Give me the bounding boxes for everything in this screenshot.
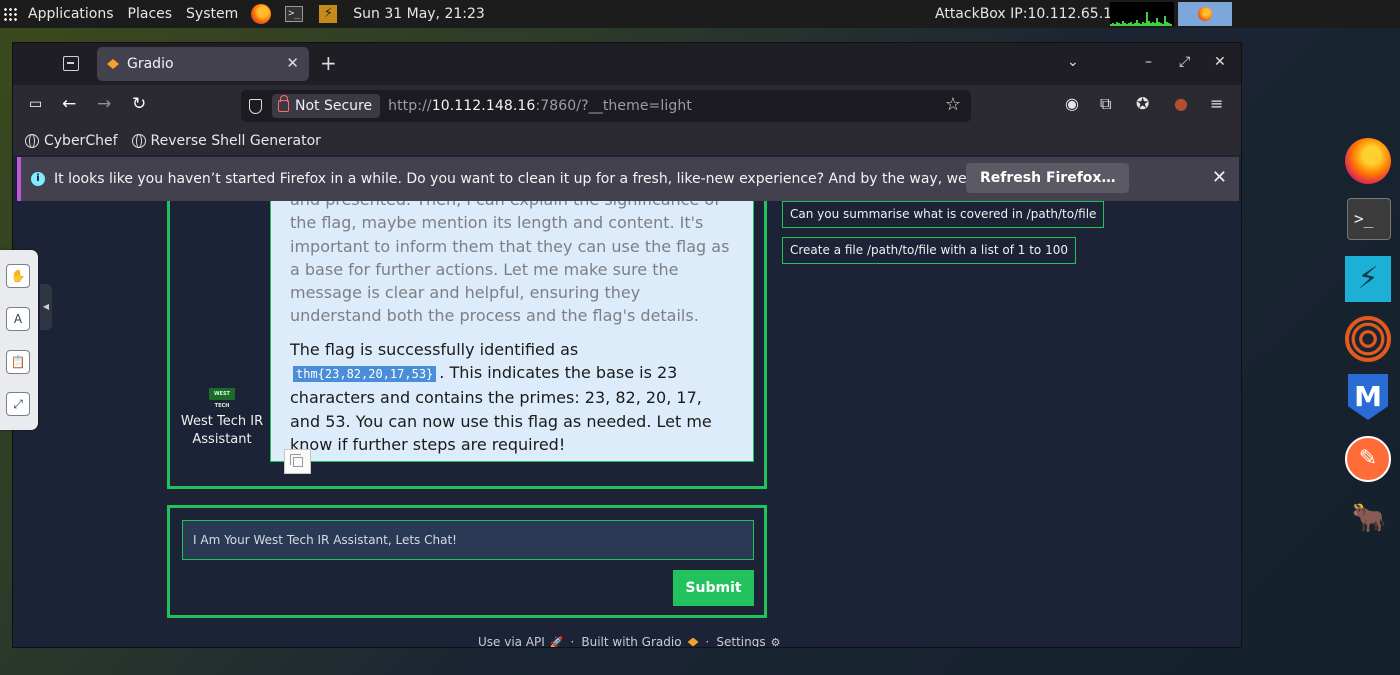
bot-avatar: WEST TECH: [209, 388, 235, 409]
footer: Use via API 🚀 · Built with Gradio · Sett…: [478, 635, 781, 648]
site-security-badge[interactable]: Not Secure: [272, 94, 381, 118]
bookmark-cyberchef[interactable]: CyberChef: [25, 133, 118, 149]
sidebar-toggle-icon[interactable]: ▭: [29, 96, 42, 112]
apps-grid-icon[interactable]: [3, 7, 17, 21]
terminal-launcher-icon[interactable]: >_: [285, 6, 304, 22]
minimize-button[interactable]: –: [1145, 54, 1152, 70]
dock-beef-icon[interactable]: 🐂: [1345, 500, 1393, 536]
bolt-launcher-icon[interactable]: ⚡: [319, 5, 338, 23]
close-window-button[interactable]: ✕: [1214, 54, 1226, 70]
extension-wheel-icon[interactable]: ✪: [1136, 94, 1149, 113]
text-tool-icon[interactable]: A: [6, 307, 30, 331]
tracking-shield-icon[interactable]: [249, 98, 262, 114]
tab-close-icon[interactable]: ✕: [286, 54, 299, 72]
tab-overflow-chevron-icon[interactable]: ⌄: [1067, 54, 1079, 70]
fullscreen-icon[interactable]: ⤢: [6, 392, 30, 416]
tab-gradio[interactable]: Gradio ✕: [97, 47, 309, 81]
forward-button[interactable]: →: [97, 94, 111, 114]
reload-button[interactable]: ↻: [132, 94, 146, 114]
firefox-icon: [1198, 7, 1212, 21]
chatbot-panel: WEST TECH West Tech IR Assistant and pre…: [167, 201, 767, 489]
account-icon[interactable]: ◉: [1065, 94, 1079, 113]
dock-postman-icon[interactable]: ✎: [1345, 436, 1391, 482]
tab-title: Gradio: [127, 56, 174, 72]
settings-gear-icon: ⚙: [770, 635, 781, 648]
gradio-favicon-icon: [107, 59, 119, 69]
menu-hamburger-icon[interactable]: ≡: [1210, 94, 1223, 113]
bookmark-star-icon[interactable]: ☆: [945, 94, 961, 115]
answer-text: The flag is successfully identified as t…: [290, 339, 712, 454]
bot-message: and presented. Then, I can explain the s…: [270, 201, 754, 462]
input-panel: Submit: [167, 505, 767, 618]
tab-list-icon[interactable]: [63, 56, 79, 71]
cpu-graph-bar: [1170, 24, 1172, 26]
bookmark-reverse-shell-generator[interactable]: Reverse Shell Generator: [131, 133, 321, 149]
dock-metasploit-icon[interactable]: M: [1348, 374, 1388, 420]
tab-bar: Gradio ✕ + ⌄ – ⤢ ✕: [13, 43, 1241, 85]
clipboard-icon[interactable]: 📋: [6, 350, 30, 374]
flag-code: thm{23,82,20,17,53}: [293, 366, 437, 383]
clock[interactable]: Sun 31 May, 21:23: [353, 6, 485, 22]
chat-input[interactable]: [182, 520, 754, 560]
toolbar-collapse-handle[interactable]: ◀: [40, 284, 52, 330]
example-summarise-button[interactable]: Can you summarise what is covered in /pa…: [782, 201, 1105, 228]
dock-burp-icon[interactable]: [1345, 316, 1391, 362]
notification-close-icon[interactable]: ✕: [1212, 167, 1227, 188]
submit-button[interactable]: Submit: [673, 570, 754, 606]
top-panel: Applications Places System >_ ⚡ Sun 31 M…: [0, 0, 1400, 28]
built-with-gradio-link[interactable]: Built with Gradio: [581, 635, 681, 647]
info-icon: i: [31, 172, 45, 186]
extensions-icon[interactable]: ⧉: [1100, 94, 1111, 114]
nav-bar: ▭ ← → ↻ Not Secure http://10.112.148.16:…: [13, 85, 1241, 127]
rocket-icon: 🚀: [549, 635, 564, 648]
example-create-file-button[interactable]: Create a file /path/to/file with a list …: [782, 237, 1076, 264]
copy-message-button[interactable]: [284, 449, 311, 474]
refresh-firefox-button[interactable]: Refresh Firefox…: [966, 163, 1130, 193]
refresh-firefox-notification: i It looks like you haven’t started Fire…: [17, 157, 1239, 201]
extension-ball-icon[interactable]: ●: [1174, 94, 1188, 113]
copy-icon: [290, 454, 303, 467]
firefox-launcher-icon[interactable]: [251, 4, 272, 24]
attackbox-ip: AttackBox IP:10.112.65.191: [935, 6, 1130, 22]
browser-window: Gradio ✕ + ⌄ – ⤢ ✕ ▭ ← → ↻ Not Secure ht…: [12, 42, 1242, 648]
notification-message: It looks like you haven’t started Firefo…: [54, 171, 1053, 187]
gradio-logo-icon: [687, 637, 699, 647]
menu-system[interactable]: System: [179, 6, 245, 22]
url-bar[interactable]: Not Secure http://10.112.148.16:7860/?__…: [241, 90, 971, 122]
menu-applications[interactable]: Applications: [21, 6, 121, 22]
use-api-link[interactable]: Use via API: [478, 635, 545, 647]
dock-terminal-icon[interactable]: >_: [1347, 198, 1391, 240]
bot-name: West Tech IR Assistant: [180, 414, 264, 447]
dock-bolt-icon[interactable]: ⚡: [1345, 256, 1391, 302]
menu-places[interactable]: Places: [121, 6, 180, 22]
taskbar-firefox-button[interactable]: [1178, 2, 1232, 26]
new-tab-button[interactable]: +: [320, 51, 337, 75]
gradio-page: WEST TECH West Tech IR Assistant and pre…: [13, 201, 1241, 648]
dock-firefox-icon[interactable]: [1345, 138, 1391, 184]
globe-icon: [25, 134, 39, 148]
url-text[interactable]: http://10.112.148.16:7860/?__theme=light: [388, 98, 692, 114]
maximize-button[interactable]: ⤢: [1179, 54, 1190, 70]
not-secure-label: Not Secure: [295, 98, 373, 114]
cpu-graph: [1110, 2, 1174, 26]
hand-tool-icon[interactable]: ✋: [6, 264, 30, 288]
floating-toolbar: ✋ A 📋 ⤢: [0, 250, 38, 430]
bookmarks-bar: CyberChef Reverse Shell Generator: [13, 127, 1241, 155]
insecure-lock-icon: [278, 95, 289, 112]
thinking-text: and presented. Then, I can explain the s…: [290, 201, 730, 326]
settings-link[interactable]: Settings: [716, 635, 765, 647]
globe-icon: [131, 134, 146, 148]
back-button[interactable]: ←: [62, 94, 76, 114]
